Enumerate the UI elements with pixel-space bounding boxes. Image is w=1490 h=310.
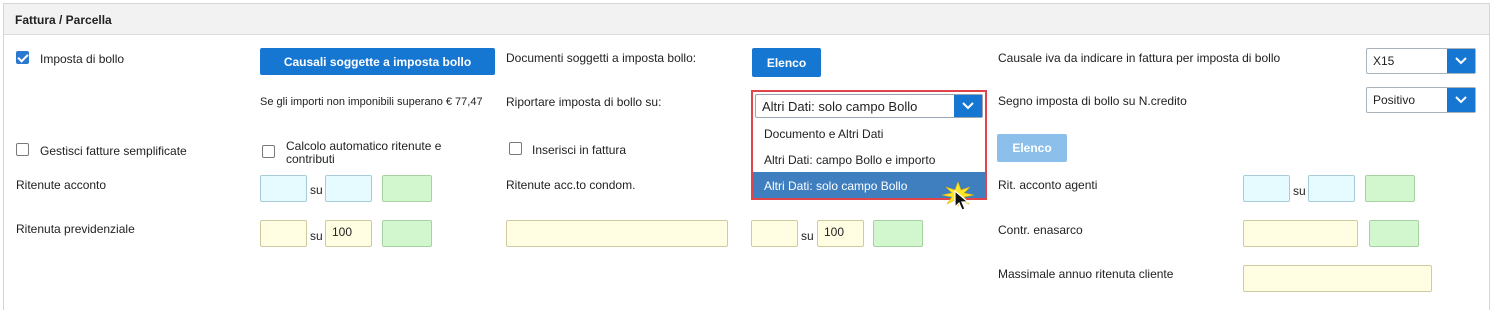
- contr-enasarco-input[interactable]: [1243, 220, 1358, 247]
- dropdown-option[interactable]: Altri Dati: campo Bollo e importo: [753, 146, 985, 172]
- ritenute-acconto-su: su: [310, 183, 323, 197]
- ritenute-condom-label: Ritenute acc.to condom.: [506, 178, 636, 192]
- condom-amount-input[interactable]: [873, 220, 923, 247]
- chevron-down-icon[interactable]: [1447, 49, 1475, 73]
- documenti-elenco-button[interactable]: Elenco: [752, 48, 821, 77]
- ritenute-acconto-amount-input[interactable]: [382, 175, 432, 202]
- condom-base-input[interactable]: 100: [817, 220, 864, 247]
- calcolo-automatico-label-1: Calcolo automatico ritenute e: [286, 139, 442, 153]
- causale-iva-select[interactable]: X15: [1366, 48, 1476, 74]
- calcolo-automatico-label-2: contributi: [286, 152, 335, 166]
- rit-agenti-su: su: [1293, 184, 1306, 198]
- ritenuta-previdenziale-su: su: [310, 229, 323, 243]
- ritenuta-previdenziale-amount-input[interactable]: [382, 220, 432, 247]
- soglia-note: Se gli importi non imponibili superano €…: [260, 96, 483, 108]
- contr-enasarco-label: Contr. enasarco: [998, 223, 1083, 237]
- segno-bollo-label: Segno imposta di bollo su N.credito: [998, 94, 1187, 108]
- segno-bollo-value: Positivo: [1373, 93, 1416, 107]
- rit-agenti-amount-input[interactable]: [1365, 175, 1415, 202]
- massimale-input[interactable]: [1243, 265, 1432, 292]
- ritenute-acconto-percent-input[interactable]: [260, 175, 307, 202]
- ritenute-acconto-label: Ritenute acconto: [16, 178, 107, 192]
- ritenute-acconto-base-input[interactable]: [325, 175, 372, 202]
- imposta-bollo-checkbox[interactable]: [16, 51, 29, 64]
- documenti-bollo-label: Documenti soggetti a imposta bollo:: [506, 51, 697, 65]
- panel-header: Fattura / Parcella: [4, 4, 1489, 35]
- contr-enasarco-amount-input[interactable]: [1369, 220, 1419, 247]
- condom-percent-input[interactable]: [751, 220, 798, 247]
- rit-agenti-label: Rit. acconto agenti: [998, 178, 1098, 192]
- dropdown-option[interactable]: Documento e Altri Dati: [753, 120, 985, 146]
- panel-title: Fattura / Parcella: [15, 13, 112, 27]
- segno-bollo-select[interactable]: Positivo: [1366, 87, 1476, 113]
- fatture-semplificate-checkbox[interactable]: [16, 143, 29, 156]
- inserisci-fattura-checkbox[interactable]: [509, 142, 522, 155]
- rit-agenti-base-input[interactable]: [1308, 175, 1355, 202]
- massimale-label: Massimale annuo ritenuta cliente: [998, 267, 1174, 281]
- fatture-semplificate-label: Gestisci fatture semplificate: [40, 144, 187, 158]
- riportare-bollo-select[interactable]: Altri Dati: solo campo Bollo: [755, 94, 983, 118]
- condom-su: su: [801, 229, 814, 243]
- ritenute-condom-text-input[interactable]: [506, 220, 728, 247]
- riportare-bollo-value: Altri Dati: solo campo Bollo: [762, 99, 918, 114]
- agenti-elenco-button[interactable]: Elenco: [997, 134, 1067, 162]
- mouse-cursor-icon: [954, 190, 970, 211]
- calcolo-automatico-checkbox[interactable]: [262, 145, 275, 158]
- inserisci-fattura-label: Inserisci in fattura: [532, 143, 627, 157]
- ritenuta-previdenziale-label: Ritenuta previdenziale: [16, 222, 135, 236]
- fattura-parcella-panel: Fattura / Parcella: [3, 3, 1490, 310]
- causale-iva-value: X15: [1373, 54, 1395, 68]
- ritenuta-previdenziale-percent-input[interactable]: [260, 220, 307, 247]
- ritenuta-previdenziale-base-input[interactable]: 100: [325, 220, 372, 247]
- causale-iva-label: Causale iva da indicare in fattura per i…: [998, 51, 1281, 65]
- chevron-down-icon[interactable]: [954, 95, 982, 117]
- rit-agenti-percent-input[interactable]: [1243, 175, 1290, 202]
- imposta-bollo-label: Imposta di bollo: [40, 52, 125, 66]
- riportare-bollo-label: Riportare imposta di bollo su:: [506, 95, 662, 109]
- causali-bollo-button[interactable]: Causali soggette a imposta bollo: [260, 48, 495, 75]
- chevron-down-icon[interactable]: [1447, 88, 1475, 112]
